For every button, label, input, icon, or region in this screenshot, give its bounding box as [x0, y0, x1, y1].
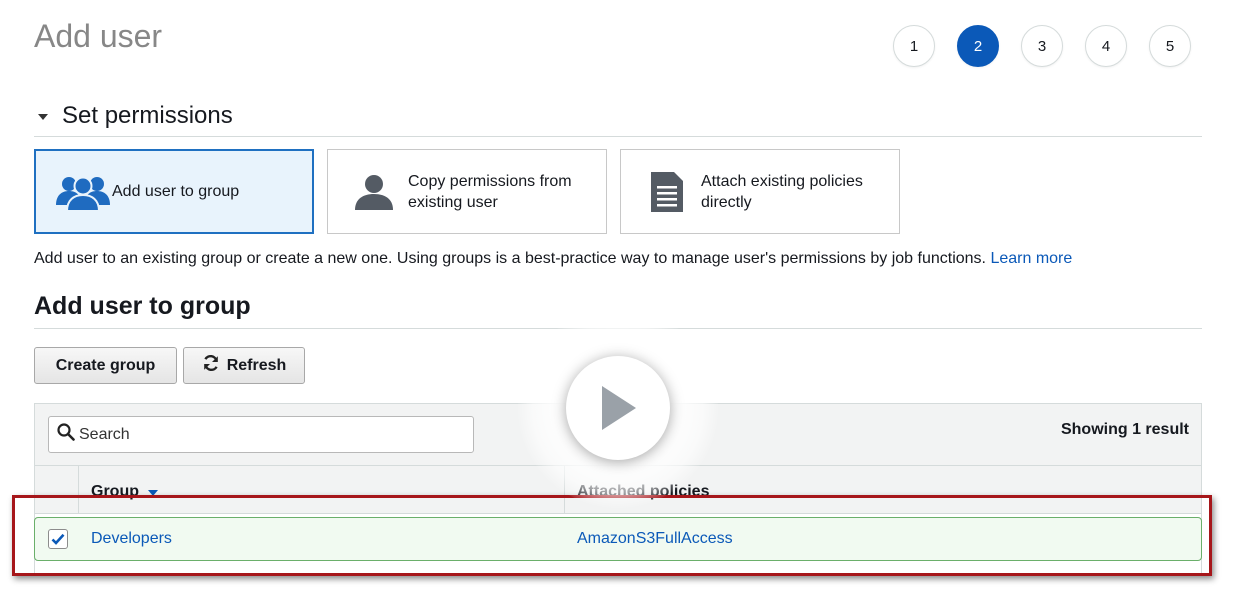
option-label: Add user to group: [112, 183, 240, 200]
divider: [34, 136, 1202, 137]
option-add-user-to-group[interactable]: Add user to group: [34, 149, 314, 234]
document-icon: [639, 171, 695, 212]
table-row[interactable]: Developers AmazonS3FullAccess: [34, 517, 1202, 561]
play-button[interactable]: [566, 356, 670, 460]
option-label: Attach existing policies directly: [701, 172, 863, 211]
result-count: Showing 1 result: [1060, 421, 1189, 438]
column-header-group[interactable]: Group: [91, 483, 158, 501]
option-copy-permissions[interactable]: Copy permissions from existing user: [327, 149, 607, 234]
group-name-link[interactable]: Developers: [91, 530, 172, 548]
sort-down-icon: [148, 490, 158, 496]
users-group-icon: [54, 173, 112, 211]
permission-options: Add user to group Copy permissions from …: [34, 149, 900, 234]
policy-link[interactable]: AmazonS3FullAccess: [577, 530, 733, 548]
option-label: Copy permissions from existing user: [408, 172, 572, 211]
column-header-attached-policies[interactable]: Attached policies: [577, 483, 709, 501]
search-input[interactable]: [79, 425, 459, 444]
refresh-icon: [202, 354, 220, 377]
table-header: Group Attached policies: [35, 466, 1201, 514]
user-icon: [346, 174, 402, 210]
wizard-steps: 1 2 3 4 5: [893, 25, 1191, 67]
refresh-button[interactable]: Refresh: [183, 347, 305, 384]
caret-down-icon: [38, 114, 48, 120]
search-icon: [57, 423, 75, 446]
step-4[interactable]: 4: [1085, 25, 1127, 67]
header-check-cell: [35, 466, 79, 513]
step-1[interactable]: 1: [893, 25, 935, 67]
step-5[interactable]: 5: [1149, 25, 1191, 67]
checkmark-icon: [51, 533, 65, 545]
refresh-label: Refresh: [226, 356, 287, 374]
column-divider: [564, 466, 565, 513]
section-title: Set permissions: [62, 102, 233, 129]
set-permissions-toggle[interactable]: Set permissions: [38, 102, 233, 130]
step-2-active[interactable]: 2: [957, 25, 999, 67]
group-section-title: Add user to group: [34, 292, 251, 320]
divider: [34, 328, 1202, 329]
learn-more-link[interactable]: Learn more: [990, 250, 1072, 267]
search-box[interactable]: [48, 416, 474, 453]
row-checkbox[interactable]: [48, 529, 68, 549]
create-group-button[interactable]: Create group: [34, 347, 177, 384]
permissions-description: Add user to an existing group or create …: [34, 250, 1073, 267]
page-title: Add user: [34, 18, 163, 54]
play-icon: [602, 386, 636, 430]
step-3[interactable]: 3: [1021, 25, 1063, 67]
option-attach-policies[interactable]: Attach existing policies directly: [620, 149, 900, 234]
